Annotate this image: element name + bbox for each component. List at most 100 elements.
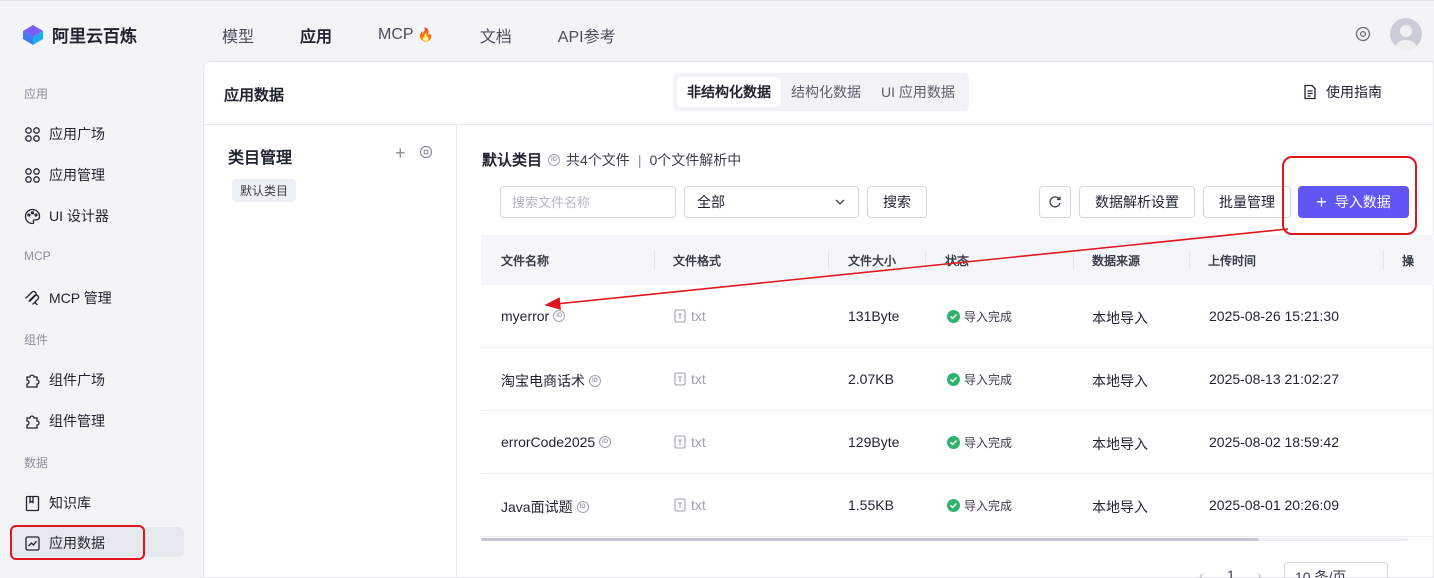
nav-item-api[interactable]: API参考 bbox=[558, 23, 616, 47]
sidebar-item-knowledge[interactable]: 知识库 bbox=[24, 493, 91, 513]
file-search-input[interactable] bbox=[500, 186, 676, 218]
column-divider bbox=[1383, 250, 1384, 270]
current-category-title: 默认类目 bbox=[482, 152, 543, 169]
check-circle-icon bbox=[947, 499, 960, 512]
file-name: Java面试题 bbox=[501, 499, 573, 515]
content-header: 默认类目 ID 共4个文件 | 0个文件解析中 bbox=[482, 149, 741, 170]
col-header-time: 上传时间 bbox=[1208, 254, 1257, 268]
nav-item-docs[interactable]: 文档 bbox=[480, 23, 512, 47]
current-page[interactable]: 1 bbox=[1227, 567, 1235, 578]
page-size-select[interactable]: 10 条/页 bbox=[1284, 562, 1388, 578]
sidebar-item-comp-manage[interactable]: 组件管理 bbox=[24, 411, 105, 431]
tab-structured[interactable]: 结构化数据 bbox=[781, 77, 871, 107]
file-name-cell[interactable]: myerror ID bbox=[501, 308, 566, 324]
puzzle-icon bbox=[26, 373, 40, 388]
sidebar-item-ui-designer[interactable]: UI 设计器 bbox=[24, 206, 109, 226]
sidebar-group-app: 应用 bbox=[24, 87, 49, 101]
page-title: 应用数据 bbox=[224, 87, 285, 104]
file-name: myerror bbox=[501, 308, 550, 324]
horizontal-scrollbar-thumb[interactable] bbox=[481, 538, 1259, 541]
upload-time: 2025-08-02 18:59:42 bbox=[1209, 434, 1339, 450]
status-cell: 导入完成 bbox=[947, 434, 1012, 451]
file-table: 文件名称 文件格式 文件大小 状态 数据来源 上传时间 操 myerror ID … bbox=[481, 235, 1434, 537]
grid-icon bbox=[25, 126, 40, 142]
file-format: txt bbox=[691, 371, 706, 387]
id-icon[interactable]: ID bbox=[576, 501, 589, 513]
tab-ui-app-data[interactable]: UI 应用数据 bbox=[871, 77, 965, 107]
data-source: 本地导入 bbox=[1092, 436, 1148, 452]
refresh-icon bbox=[1049, 196, 1061, 208]
refresh-button[interactable] bbox=[1039, 186, 1071, 218]
search-button[interactable]: 搜索 bbox=[867, 186, 927, 218]
status-cell: 导入完成 bbox=[947, 371, 1012, 388]
sidebar-item-app-manage[interactable]: 应用管理 bbox=[24, 165, 105, 185]
page-size-value: 10 条/页 bbox=[1295, 569, 1347, 578]
col-header-actions: 操 bbox=[1402, 254, 1415, 268]
category-tag-default[interactable]: 默认类目 bbox=[232, 179, 297, 202]
table-row[interactable]: 淘宝电商话术 ID txt 2.07KB 导入完成 本地导入 2025-08-13… bbox=[481, 348, 1434, 411]
prev-page-button[interactable]: ‹ bbox=[1199, 567, 1204, 578]
status-filter-select[interactable]: 全部 bbox=[684, 186, 859, 218]
file-name-cell[interactable]: Java面试题 ID bbox=[501, 497, 589, 517]
id-icon[interactable]: ID bbox=[589, 375, 601, 387]
tab-unstructured[interactable]: 非结构化数据 bbox=[677, 77, 781, 107]
usage-guide-link[interactable]: 使用指南 bbox=[1302, 82, 1382, 102]
batch-manage-button[interactable]: 批量管理 bbox=[1203, 186, 1291, 218]
main-panel: 应用数据 非结构化数据 结构化数据 UI 应用数据 使用指南 类目管理 + 默认… bbox=[203, 61, 1434, 578]
file-size: 131Byte bbox=[848, 308, 900, 324]
usage-guide-label: 使用指南 bbox=[1326, 84, 1382, 100]
upload-time: 2025-08-26 15:21:30 bbox=[1209, 308, 1339, 324]
data-source: 本地导入 bbox=[1092, 373, 1148, 389]
file-format: txt bbox=[691, 308, 706, 324]
table-row[interactable]: myerror ID txt 131Byte 导入完成 本地导入 2025-08-… bbox=[481, 285, 1434, 348]
id-icon[interactable]: ID bbox=[548, 153, 561, 166]
check-circle-icon bbox=[947, 310, 960, 323]
status-filter-value: 全部 bbox=[697, 194, 725, 210]
table-row[interactable]: Java面试题 ID txt 1.55KB 导入完成 本地导入 2025-08-0… bbox=[481, 474, 1434, 537]
column-divider bbox=[654, 250, 655, 270]
next-page-button[interactable]: › bbox=[1257, 567, 1262, 578]
check-circle-icon bbox=[947, 373, 960, 386]
parse-settings-button[interactable]: 数据解析设置 bbox=[1079, 186, 1195, 218]
separator: | bbox=[637, 151, 642, 168]
nav-item-apps[interactable]: 应用 bbox=[300, 23, 332, 47]
status-text: 导入完成 bbox=[964, 310, 1013, 324]
category-title: 类目管理 bbox=[228, 150, 293, 167]
sidebar-item-comp-square[interactable]: 组件广场 bbox=[24, 370, 105, 390]
book-icon bbox=[25, 495, 40, 511]
add-category-icon[interactable]: + bbox=[395, 143, 406, 164]
file-format-cell: txt bbox=[673, 497, 706, 513]
sidebar-group-component: 组件 bbox=[24, 333, 49, 347]
status-text: 导入完成 bbox=[964, 373, 1013, 387]
data-source: 本地导入 bbox=[1092, 499, 1148, 515]
document-icon bbox=[1304, 84, 1316, 100]
sidebar-group-mcp: MCP bbox=[24, 249, 51, 263]
nav-item-mcp-label: MCP bbox=[378, 26, 414, 43]
file-txt-icon bbox=[674, 498, 686, 512]
col-header-name: 文件名称 bbox=[501, 254, 550, 268]
nav-item-mcp[interactable]: MCP 🔥 bbox=[378, 23, 434, 47]
file-format-cell: txt bbox=[673, 434, 706, 450]
file-size: 2.07KB bbox=[848, 371, 894, 387]
file-format-cell: txt bbox=[673, 371, 706, 387]
file-name-cell[interactable]: errorCode2025 ID bbox=[501, 434, 612, 450]
file-txt-icon bbox=[674, 309, 686, 323]
nav-item-models[interactable]: 模型 bbox=[222, 23, 254, 47]
table-row[interactable]: errorCode2025 ID txt 129Byte 导入完成 本地导入 20… bbox=[481, 411, 1434, 474]
chevron-down-icon bbox=[835, 199, 845, 205]
category-settings-icon[interactable] bbox=[419, 145, 433, 159]
user-silhouette-icon bbox=[1395, 25, 1417, 50]
file-txt-icon bbox=[674, 435, 686, 449]
file-size: 1.55KB bbox=[848, 497, 894, 513]
sidebar-item-app-square[interactable]: 应用广场 bbox=[24, 124, 105, 144]
brand-logo[interactable]: 阿里云百炼 bbox=[22, 22, 137, 47]
file-name-cell[interactable]: 淘宝电商话术 ID bbox=[501, 371, 601, 391]
user-avatar[interactable] bbox=[1390, 18, 1422, 50]
sidebar-item-mcp-manage[interactable]: MCP 管理 bbox=[24, 288, 112, 308]
id-icon[interactable]: ID bbox=[599, 436, 612, 448]
id-icon[interactable]: ID bbox=[553, 310, 566, 322]
sidebar-group-data: 数据 bbox=[24, 456, 49, 470]
status-text: 导入完成 bbox=[964, 436, 1013, 450]
settings-gear-icon[interactable] bbox=[1354, 25, 1372, 43]
sidebar-item-label: UI 设计器 bbox=[49, 208, 109, 224]
